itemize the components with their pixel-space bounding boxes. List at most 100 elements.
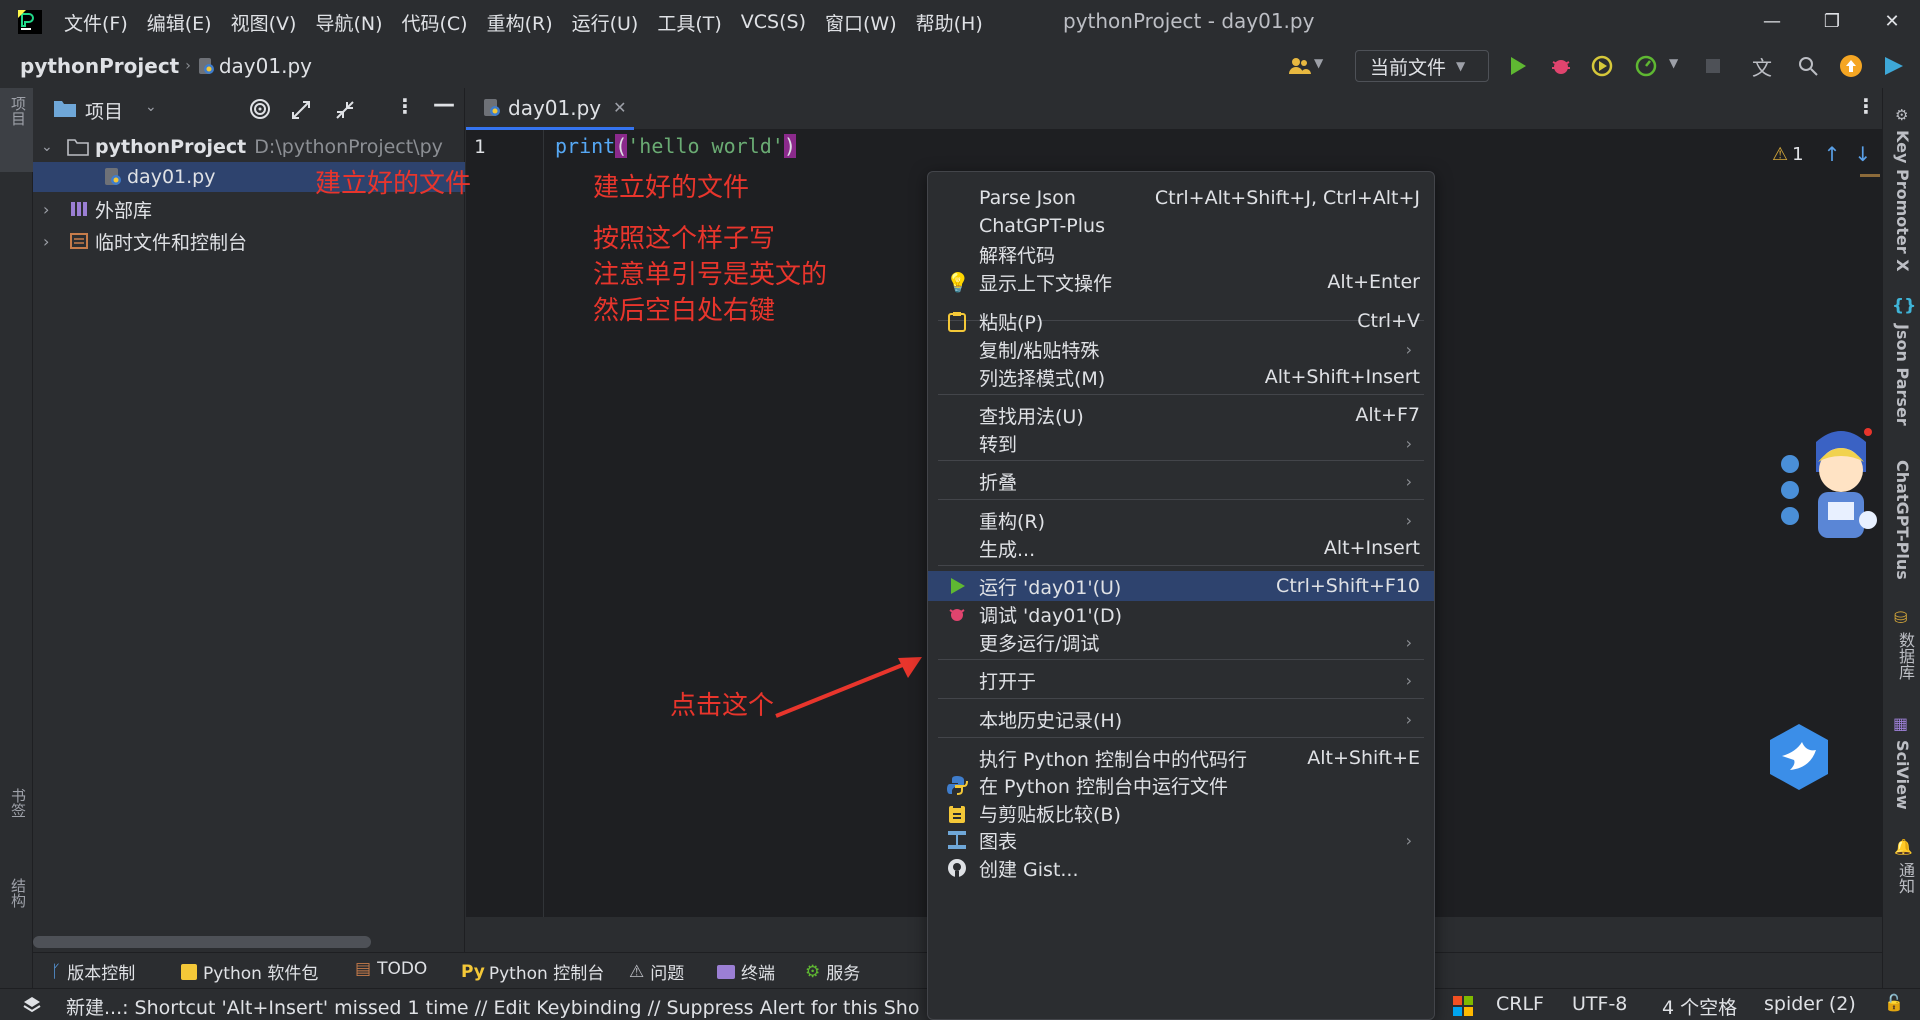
version-control-tool-button[interactable]: ᚴ 版本控制 <box>51 959 135 985</box>
todo-tool-button[interactable]: ▤ TODO <box>355 959 427 979</box>
folder-icon <box>67 139 89 156</box>
services-tool-button[interactable]: ⚙ 服务 <box>805 959 860 985</box>
menu-run[interactable]: 运行(U) <box>572 9 639 36</box>
chatgpt-plus-tool-button[interactable]: ChatGPT-Plus <box>1893 460 1912 580</box>
bookmarks-tool-button[interactable]: 书签 <box>8 788 29 818</box>
menu-item-label: 查找用法(U) <box>979 405 1084 428</box>
menu-code[interactable]: 代码(C) <box>401 9 467 36</box>
file-encoding[interactable]: UTF-8 <box>1572 993 1627 1015</box>
expand-all-icon[interactable] <box>291 100 311 120</box>
tab-day01[interactable]: day01.py ✕ <box>466 88 634 130</box>
collapse-all-icon[interactable] <box>335 100 355 120</box>
menu-item-run[interactable]: 运行 'day01'(U) Ctrl+Shift+F10 <box>928 571 1434 601</box>
profile-icon[interactable] <box>1634 54 1658 78</box>
arrow-down-icon[interactable]: ↓ <box>1854 142 1871 166</box>
left-tool-strip: 项目 书签 结构 <box>0 88 33 988</box>
chevron-right-icon: › <box>43 199 50 219</box>
tab-label: day01.py <box>508 95 602 120</box>
menu-item-generate[interactable]: 生成... Alt+Insert <box>928 532 1434 564</box>
scratches-label: 临时文件和控制台 <box>95 231 248 254</box>
menu-item-folding[interactable]: 折叠 › <box>928 465 1434 497</box>
menu-tools[interactable]: 工具(T) <box>657 9 721 36</box>
minimize-button[interactable]: — <box>1752 4 1792 40</box>
menu-item-local-history[interactable]: 本地历史记录(H) › <box>928 703 1434 735</box>
menu-window[interactable]: 窗口(W) <box>825 9 897 36</box>
error-stripe-marker[interactable] <box>1860 174 1880 177</box>
feishu-bird-icon[interactable] <box>1766 722 1832 792</box>
chevron-down-icon[interactable]: ⌄ <box>145 99 157 115</box>
options-icon[interactable]: ⋮ <box>395 94 415 118</box>
compare-clipboard-icon <box>949 804 965 823</box>
terminal-tool-button[interactable]: 终端 <box>717 959 775 984</box>
code-with-me-icon[interactable] <box>1288 54 1312 78</box>
json-parser-tool-button[interactable]: Json Parser <box>1893 324 1912 426</box>
layers-icon[interactable] <box>22 995 42 1015</box>
structure-tool-button[interactable]: 结构 <box>8 878 29 908</box>
restore-button[interactable]: ❐ <box>1812 4 1852 40</box>
menu-item-label: 创建 Gist... <box>979 858 1079 881</box>
status-message[interactable]: 新建...: Shortcut 'Alt+Insert' missed 1 ti… <box>66 993 926 1020</box>
code-line[interactable]: print('hello world') <box>555 134 796 158</box>
python-file-icon <box>198 58 214 74</box>
menu-help[interactable]: 帮助(H) <box>916 9 983 36</box>
python-console-tool-button[interactable]: Py Python 控制台 <box>461 959 604 985</box>
project-view-selector[interactable]: 项目 <box>85 97 123 124</box>
menu-item-more-run-debug[interactable]: 更多运行/调试 › <box>928 626 1434 658</box>
python-packages-tool-button[interactable]: Python 软件包 <box>181 959 318 984</box>
run-configuration-select[interactable]: 当前文件 ▼ <box>1355 50 1489 82</box>
indent-setting[interactable]: 4 个空格 <box>1662 993 1737 1020</box>
code-string: 'hello world' <box>627 134 784 158</box>
database-tool-button[interactable]: 数据库 <box>1893 632 1917 680</box>
hide-icon[interactable]: — <box>433 92 455 117</box>
menu-separator <box>938 565 1424 566</box>
breadcrumb-project[interactable]: pythonProject <box>20 54 179 78</box>
close-button[interactable]: ✕ <box>1872 4 1912 40</box>
menu-vcs[interactable]: VCS(S) <box>741 11 806 33</box>
python-packages-label: Python 软件包 <box>203 964 319 984</box>
menu-view[interactable]: 视图(V) <box>231 9 297 36</box>
menu-item-goto[interactable]: 转到 › <box>928 427 1434 459</box>
breadcrumb-file[interactable]: day01.py <box>219 54 312 78</box>
search-icon[interactable] <box>1796 54 1820 78</box>
menu-item-column-selection[interactable]: 列选择模式(M) Alt+Shift+Insert <box>928 361 1434 393</box>
menu-file[interactable]: 文件(F) <box>64 9 128 36</box>
folder-icon <box>54 101 76 117</box>
close-tab-icon[interactable]: ✕ <box>613 98 626 117</box>
horizontal-scrollbar[interactable] <box>33 936 371 948</box>
arrow-up-icon[interactable]: ↑ <box>1824 142 1841 166</box>
update-icon[interactable] <box>1839 54 1863 78</box>
sciview-tool-button[interactable]: SciView <box>1893 740 1912 810</box>
project-tool-button[interactable]: 项目 <box>0 88 33 172</box>
python-console-icon: Py <box>461 961 485 982</box>
lock-icon[interactable]: 🔓 <box>1884 993 1904 1012</box>
chevron-down-icon[interactable]: ▼ <box>1669 56 1678 70</box>
python-interpreter[interactable]: spider (2) <box>1764 993 1856 1015</box>
stop-icon[interactable] <box>1701 54 1725 78</box>
menu-separator <box>938 394 1424 395</box>
problems-tool-button[interactable]: ⚠ 问题 <box>629 959 684 985</box>
menu-refactor[interactable]: 重构(R) <box>487 9 553 36</box>
menu-item-label: 更多运行/调试 <box>979 632 1100 655</box>
locate-icon[interactable] <box>249 98 271 120</box>
notifications-tool-button[interactable]: 通知 <box>1893 862 1917 894</box>
translate-icon[interactable]: 文 <box>1752 52 1772 81</box>
run-with-coverage-icon[interactable] <box>1590 54 1614 78</box>
key-promoter-tool-button[interactable]: Key Promoter X <box>1893 130 1912 272</box>
tree-row-scratches[interactable]: › 临时文件和控制台 <box>33 226 465 256</box>
tree-row-project-root[interactable]: ⌄ pythonProject D:\pythonProject\py <box>33 132 465 162</box>
debug-icon[interactable] <box>1549 54 1573 78</box>
line-separator[interactable]: CRLF <box>1496 993 1544 1015</box>
run-icon[interactable] <box>1506 54 1530 78</box>
inspection-widget[interactable]: ⚠ 1 ↑ ↓ <box>1772 142 1871 166</box>
plugin-icon[interactable] <box>1882 54 1906 78</box>
menu-item-label: 图表 <box>979 830 1018 853</box>
menu-navigate[interactable]: 导航(N) <box>315 9 382 36</box>
menu-item-context-actions[interactable]: 💡 显示上下文操作 Alt+Enter <box>928 266 1434 298</box>
menu-item-label: 转到 <box>979 433 1018 456</box>
scratches-icon <box>70 233 88 249</box>
tab-options-icon[interactable]: ⋮ <box>1856 94 1876 118</box>
menu-item-open-in[interactable]: 打开于 › <box>928 664 1434 696</box>
menu-item-create-gist[interactable]: 创建 Gist... <box>928 852 1434 884</box>
chevron-down-icon: ▼ <box>1314 56 1324 70</box>
menu-edit[interactable]: 编辑(E) <box>147 9 212 36</box>
